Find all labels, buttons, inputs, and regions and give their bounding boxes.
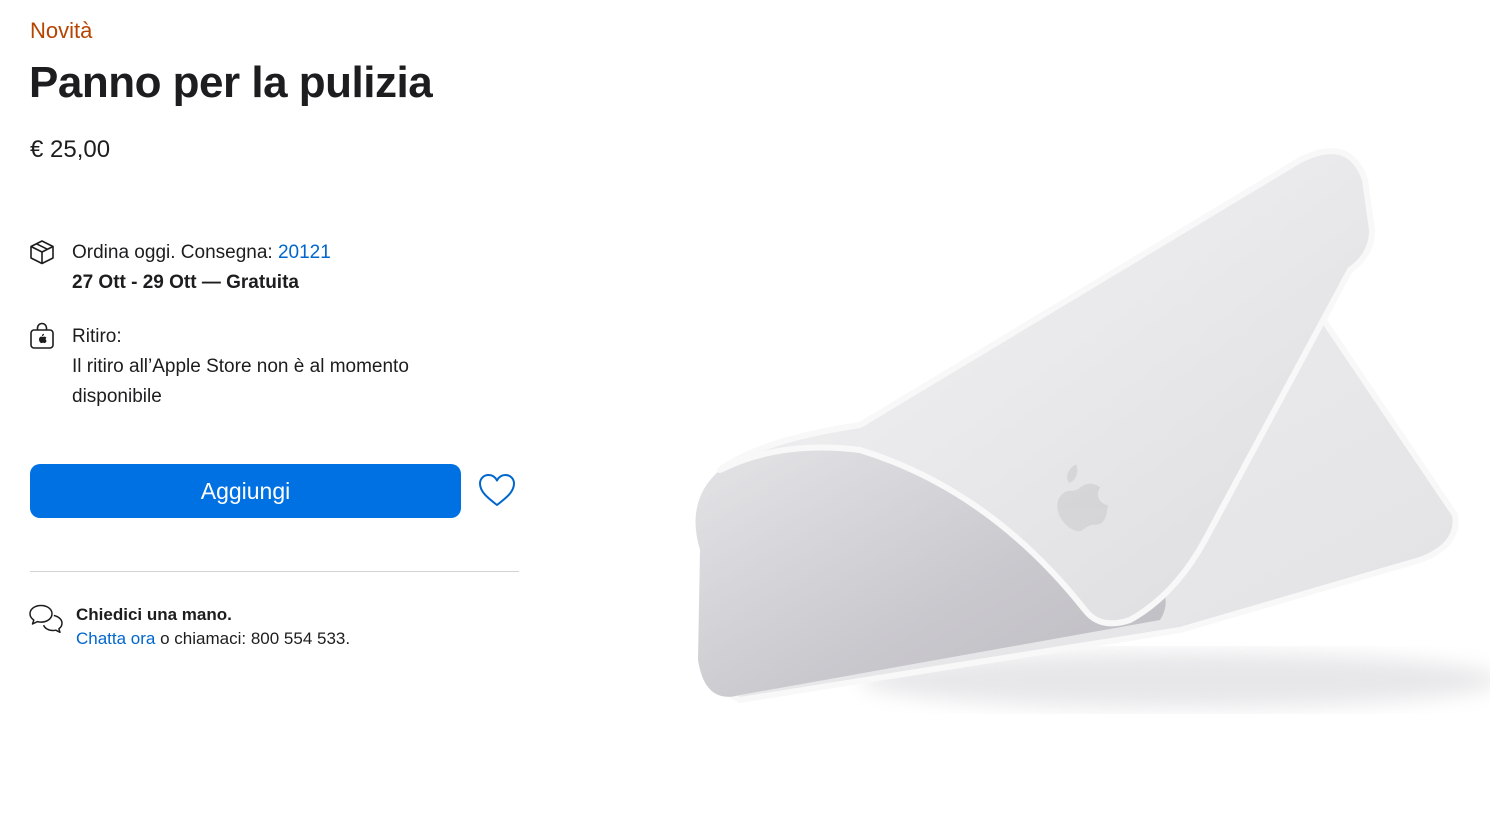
add-to-bag-button[interactable]: Aggiungi	[30, 464, 461, 518]
box-icon	[30, 240, 54, 265]
divider	[30, 571, 519, 572]
delivery-dates: 27 Ott - 29 Ott — Gratuita	[72, 272, 299, 293]
chat-bubbles-icon	[29, 604, 63, 634]
zip-code-link[interactable]: 20121	[278, 242, 331, 263]
product-price: € 25,00	[30, 136, 111, 163]
pickup-label: Ritiro:	[72, 326, 122, 347]
pickup-message: Il ritiro all’Apple Store non è al momen…	[72, 356, 409, 407]
delivery-info: Ordina oggi. Consegna: 20121 27 Ott - 29…	[28, 238, 331, 298]
heart-icon[interactable]	[476, 470, 518, 510]
pickup-text: Ritiro: Il ritiro all’Apple Store non è …	[72, 322, 472, 412]
call-text: o chiamaci: 800 554 533.	[155, 629, 351, 648]
help-title: Chiedici una mano.	[76, 605, 232, 624]
delivery-text: Ordina oggi. Consegna: 20121 27 Ott - 29…	[72, 238, 331, 298]
polishing-cloth-image	[695, 148, 1490, 708]
help-section: Chiedici una mano. Chatta ora o chiamaci…	[28, 603, 350, 651]
delivery-prefix: Ordina oggi. Consegna:	[72, 242, 278, 263]
chat-now-link[interactable]: Chatta ora	[76, 629, 155, 648]
pickup-info: Ritiro: Il ritiro all’Apple Store non è …	[28, 322, 472, 412]
help-text: Chiedici una mano. Chatta ora o chiamaci…	[76, 603, 350, 651]
new-badge: Novità	[30, 18, 93, 43]
store-bag-icon	[30, 322, 54, 349]
product-title: Panno per la pulizia	[29, 58, 433, 107]
